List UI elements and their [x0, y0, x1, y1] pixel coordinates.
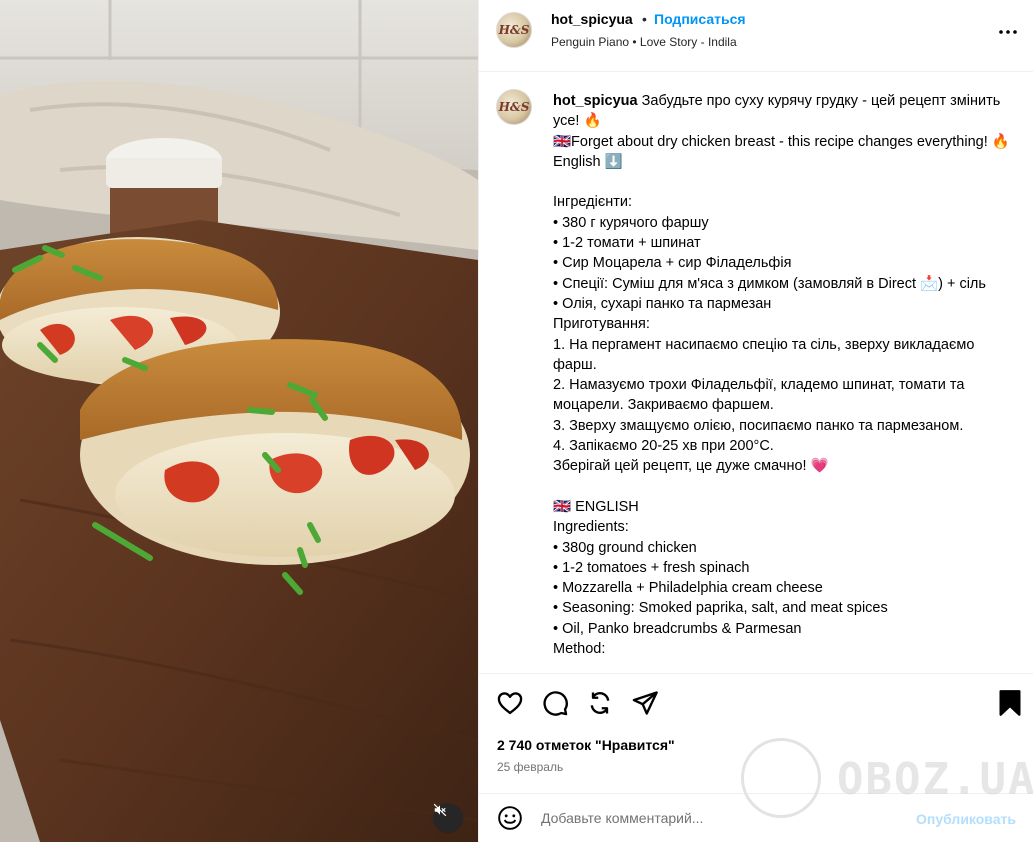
follow-button[interactable]: Подписаться	[654, 11, 746, 27]
post-header: H&S hot_spicyua • Подписаться Penguin Pi…	[479, 0, 1033, 72]
heart-icon[interactable]	[496, 689, 524, 717]
send-icon[interactable]	[631, 689, 659, 717]
mute-button[interactable]	[433, 803, 463, 833]
post-actions: 2 740 отметок "Нравится" 25 февраль	[479, 673, 1033, 793]
caption-scroll-area[interactable]: H&S hot_spicyua Забудьте про суху курячу…	[479, 73, 1033, 673]
emoji-icon[interactable]	[497, 805, 523, 831]
comment-input[interactable]	[541, 806, 901, 830]
caption-username[interactable]: hot_spicyua	[553, 93, 638, 109]
post-caption: hot_spicyua Забудьте про суху курячу гру…	[553, 91, 1013, 659]
like-count[interactable]: 2 740 отметок "Нравится"	[497, 737, 675, 753]
header-separator: •	[642, 11, 647, 27]
caption-text: Забудьте про суху курячу грудку - цей ре…	[553, 93, 1010, 658]
share-icon[interactable]	[586, 689, 614, 717]
author-username[interactable]: hot_spicyua	[551, 11, 633, 27]
post-panel: H&S hot_spicyua • Подписаться Penguin Pi…	[478, 0, 1033, 842]
comment-bar: Опубликовать	[479, 793, 1033, 842]
post-date[interactable]: 25 февраль	[497, 760, 563, 774]
bookmark-icon[interactable]	[996, 689, 1024, 717]
food-photo-illustration	[0, 0, 478, 842]
author-avatar[interactable]: H&S	[496, 12, 532, 48]
music-track-link[interactable]: Penguin Piano • Love Story - Indila	[551, 35, 737, 49]
post-photo[interactable]	[0, 0, 478, 842]
more-icon[interactable]	[996, 20, 1020, 44]
mute-icon	[433, 803, 447, 817]
publish-button[interactable]: Опубликовать	[916, 811, 1016, 827]
comment-icon[interactable]	[541, 689, 569, 717]
caption-avatar[interactable]: H&S	[496, 89, 532, 125]
